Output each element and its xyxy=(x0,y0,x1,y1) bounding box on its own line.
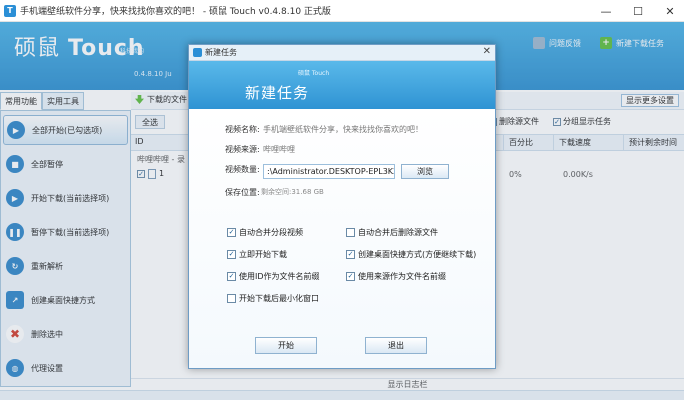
option-merge-delete-source[interactable]: 自动合并后删除源文件 xyxy=(346,227,438,238)
maximize-button[interactable]: ☐ xyxy=(624,0,652,22)
save-path-input[interactable]: :\Administrator.DESKTOP-EPL3K2N\ xyxy=(263,164,395,179)
dialog-title: 新建任务 xyxy=(205,48,237,57)
option-desktop-shortcut[interactable]: ✓ 创建桌面快捷方式(方便继续下载) xyxy=(346,249,476,260)
option-checkbox[interactable]: ✓ xyxy=(227,272,236,281)
dialog-close-button[interactable]: ✕ xyxy=(483,46,491,57)
option-start-now[interactable]: ✓ 立即开始下载 xyxy=(227,249,287,260)
option-label: 立即开始下载 xyxy=(239,250,287,259)
browse-button[interactable]: 浏览 xyxy=(401,164,449,179)
window-titlebar: T 手机端壁纸软件分享，快来找找你喜欢的吧！ - 硕鼠 Touch v0.4.8… xyxy=(0,0,684,22)
dialog-brand: 硕鼠 Touch xyxy=(298,70,330,77)
video-count-label: 视频数量: xyxy=(225,165,260,174)
close-button[interactable]: ✕ xyxy=(656,0,684,22)
option-checkbox[interactable]: ✓ xyxy=(346,250,355,259)
option-label: 自动合并分段视频 xyxy=(239,228,303,237)
dialog-body: 视频名称: 手机端壁纸软件分享，快来找找你喜欢的吧！ 视频来源: 哔哩哔哩 视频… xyxy=(189,109,495,368)
free-space-label: 剩余空间:31.68 GB xyxy=(261,188,324,196)
exit-button[interactable]: 退出 xyxy=(365,337,427,354)
option-checkbox[interactable]: ✓ xyxy=(346,272,355,281)
option-minimize-after-start[interactable]: 开始下载后最小化窗口 xyxy=(227,293,319,304)
option-source-prefix[interactable]: ✓ 使用来源作为文件名前缀 xyxy=(346,271,446,282)
save-path-label: 保存位置: xyxy=(225,188,260,197)
option-checkbox[interactable] xyxy=(227,294,236,303)
app-icon: T xyxy=(4,4,16,17)
option-label: 创建桌面快捷方式(方便继续下载) xyxy=(358,250,477,259)
new-task-dialog: 新建任务 ✕ 硕鼠 Touch 新建任务 视频名称: 手机端壁纸软件分享，快来找… xyxy=(188,44,496,369)
dialog-heading: 新建任务 xyxy=(245,84,310,102)
option-label: 使用来源作为文件名前缀 xyxy=(358,272,446,281)
video-source-label: 视频来源: xyxy=(225,145,260,154)
option-auto-merge[interactable]: ✓ 自动合并分段视频 xyxy=(227,227,303,238)
start-button[interactable]: 开始 xyxy=(255,337,317,354)
option-label: 开始下载后最小化窗口 xyxy=(239,294,319,303)
option-checkbox[interactable] xyxy=(346,228,355,237)
video-source-value: 哔哩哔哩 xyxy=(263,145,295,154)
dialog-header: 硕鼠 Touch 新建任务 xyxy=(189,61,495,109)
option-id-prefix[interactable]: ✓ 使用ID作为文件名前缀 xyxy=(227,271,320,282)
minimize-button[interactable]: — xyxy=(592,0,620,22)
dialog-titlebar: 新建任务 ✕ xyxy=(189,45,495,61)
option-checkbox[interactable]: ✓ xyxy=(227,228,236,237)
option-checkbox[interactable]: ✓ xyxy=(227,250,236,259)
option-label: 自动合并后删除源文件 xyxy=(358,228,438,237)
dialog-app-icon xyxy=(193,48,202,57)
video-name-label: 视频名称: xyxy=(225,125,260,134)
option-label: 使用ID作为文件名前缀 xyxy=(239,272,320,281)
window-title: 手机端壁纸软件分享，快来找找你喜欢的吧！ - 硕鼠 Touch v0.4.8.1… xyxy=(20,7,331,17)
video-name-value: 手机端壁纸软件分享，快来找找你喜欢的吧！ xyxy=(263,125,423,134)
